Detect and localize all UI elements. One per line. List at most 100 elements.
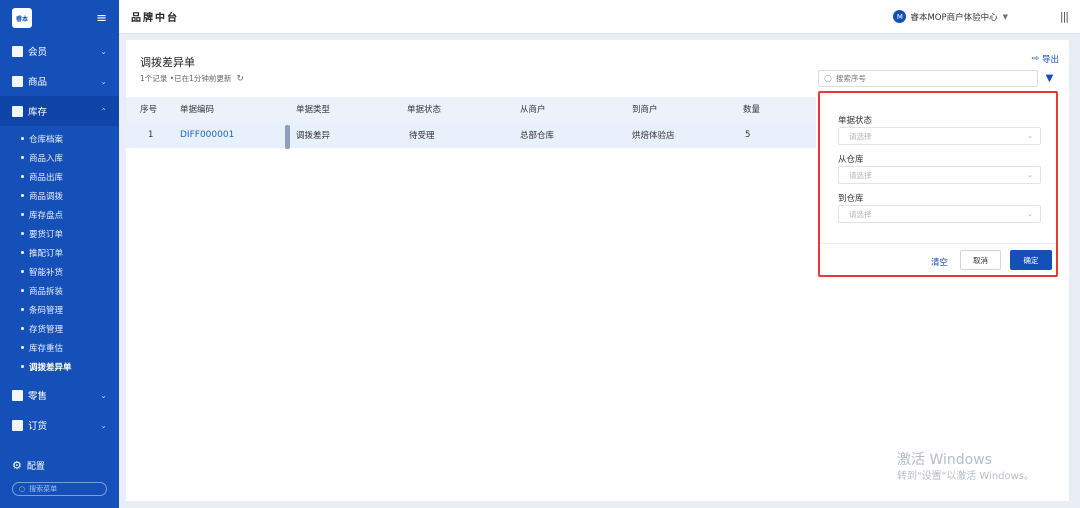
cell-quantity: 5 <box>745 129 751 140</box>
chevron-down-icon: ⌄ <box>100 390 107 400</box>
table-row[interactable]: 1 DIFF000001 调拨差异 待受理 总部仓库 烘焙体验店 5 <box>126 121 816 149</box>
order-icon <box>12 419 23 431</box>
cell-index: 1 <box>148 129 154 140</box>
dot-icon <box>21 194 24 197</box>
status-select[interactable]: 请选择 ⌄ <box>838 127 1041 145</box>
sub-item[interactable]: 商品调拨 <box>0 186 119 205</box>
merchant-name: 睿本MOP商户体验中心 <box>910 12 998 23</box>
column-header: 单据编码 <box>180 105 215 115</box>
filter-popup: 单据状态 请选择 ⌄ 从仓库 请选择 ⌄ 到仓库 请选择 ⌄ 清空 取消 确定 <box>818 91 1058 277</box>
sidebar-item-label: 订货 <box>28 421 48 432</box>
column-header: 到商户 <box>632 105 658 115</box>
sidebar-item-inventory[interactable]: 库存 ⌃ <box>0 96 119 126</box>
member-icon <box>12 45 23 57</box>
export-button[interactable]: ⇨ 导出 <box>1031 53 1059 65</box>
sub-item[interactable]: 智能补货 <box>0 262 119 281</box>
sub-item[interactable]: 库存盘点 <box>0 205 119 224</box>
sub-item-current[interactable]: 调拨差异单 <box>0 357 119 376</box>
cell-to: 烘焙体验店 <box>632 130 675 141</box>
activation-watermark: 激活 Windows <box>897 452 992 468</box>
chevron-up-icon: ⌃ <box>100 106 107 116</box>
caret-down-icon: ▼ <box>1002 12 1008 21</box>
to-warehouse-select[interactable]: 请选择 ⌄ <box>838 205 1041 223</box>
dot-icon <box>21 327 24 330</box>
sidebar-header: 睿本 ≡ <box>0 0 119 36</box>
dot-icon <box>21 308 24 311</box>
filter-label-status: 单据状态 <box>838 116 873 126</box>
sidebar-item-order[interactable]: 订货 ⌄ <box>0 410 119 440</box>
sidebar: 睿本 ≡ 会员 ⌄ 商品 ⌄ 库存 ⌃ 仓库档案 商品入库 商品出库 商品调拨 … <box>0 0 119 508</box>
filter-icon: ▼ <box>1045 73 1054 84</box>
column-header: 序号 <box>140 105 158 115</box>
sub-item[interactable]: 存货管理 <box>0 319 119 338</box>
export-icon: ⇨ <box>1031 54 1039 64</box>
dot-icon <box>21 175 24 178</box>
dot-icon <box>21 232 24 235</box>
chevron-down-icon: ⌄ <box>100 76 107 86</box>
divider <box>820 243 1056 244</box>
table-header: 序号 单据编码 单据类型 单据状态 从商户 到商户 数量 <box>126 97 816 121</box>
cell-code-link[interactable]: DIFF000001 <box>180 130 234 140</box>
filter-button[interactable]: ▼ <box>1040 70 1059 87</box>
clear-button[interactable]: 清空 <box>931 256 948 268</box>
retail-icon <box>12 389 23 401</box>
record-meta: 1个记录 •已在1分钟前更新 ↻ <box>140 73 244 84</box>
page-title: 调拨差异单 <box>140 56 195 69</box>
search-input[interactable] <box>835 74 1016 83</box>
merchant-switcher[interactable]: M 睿本MOP商户体验中心 ▼ <box>893 10 1008 23</box>
sidebar-item-label: 商品 <box>28 77 48 88</box>
from-warehouse-select[interactable]: 请选择 ⌄ <box>838 166 1041 184</box>
column-header: 单据类型 <box>296 105 331 115</box>
hamburger-icon[interactable]: ≡ <box>96 11 107 26</box>
sub-item[interactable]: 商品入库 <box>0 148 119 167</box>
goods-icon <box>12 75 23 87</box>
cell-status: 待受理 <box>409 130 435 141</box>
chevron-down-icon: ⌄ <box>1027 171 1033 179</box>
dot-icon <box>21 270 24 273</box>
search-input-wrap: ○ <box>818 70 1038 87</box>
sidebar-search-input[interactable]: ○ 搜索菜单 <box>12 482 107 496</box>
chevron-down-icon: ⌄ <box>100 420 107 430</box>
sidebar-item-label: 会员 <box>28 47 48 58</box>
sub-item[interactable]: 仓库档案 <box>0 129 119 148</box>
confirm-button[interactable]: 确定 <box>1010 250 1052 270</box>
cancel-button[interactable]: 取消 <box>960 250 1001 270</box>
dot-icon <box>21 289 24 292</box>
drag-handle[interactable] <box>285 125 290 149</box>
sub-item[interactable]: 推配订单 <box>0 243 119 262</box>
inventory-submenu: 仓库档案 商品入库 商品出库 商品调拨 库存盘点 要货订单 推配订单 智能补货 … <box>0 126 119 376</box>
column-header: 单据状态 <box>407 105 442 115</box>
sub-item[interactable]: 条码管理 <box>0 300 119 319</box>
refresh-icon[interactable]: ↻ <box>236 74 244 84</box>
search-icon: ○ <box>824 73 832 84</box>
filter-label-to: 到仓库 <box>838 194 864 204</box>
gear-icon: ⚙ <box>12 459 22 472</box>
sub-item[interactable]: 库存重估 <box>0 338 119 357</box>
search-icon: ○ <box>19 485 26 493</box>
sub-item[interactable]: 要货订单 <box>0 224 119 243</box>
chevron-down-icon: ⌄ <box>100 46 107 56</box>
sub-item[interactable]: 商品拆装 <box>0 281 119 300</box>
dot-icon <box>21 365 24 368</box>
column-header: 数量 <box>743 105 761 115</box>
filter-label-from: 从仓库 <box>838 155 864 165</box>
sidebar-item-retail[interactable]: 零售 ⌄ <box>0 380 119 410</box>
columns-icon[interactable]: ||| <box>1060 10 1069 23</box>
config-button[interactable]: ⚙ 配置 <box>12 459 45 472</box>
sidebar-item-label: 库存 <box>28 107 48 118</box>
sidebar-item-goods[interactable]: 商品 ⌄ <box>0 66 119 96</box>
sidebar-item-label: 零售 <box>28 391 48 402</box>
cell-type: 调拨差异 <box>296 130 331 141</box>
data-table: 序号 单据编码 单据类型 单据状态 从商户 到商户 数量 1 DIFF00000… <box>126 97 816 149</box>
inventory-icon <box>12 105 23 117</box>
dot-icon <box>21 213 24 216</box>
merchant-avatar: M <box>893 10 907 23</box>
dot-icon <box>21 251 24 254</box>
brand-title: 品牌中台 <box>131 13 179 24</box>
logo: 睿本 <box>12 8 32 28</box>
sidebar-item-member[interactable]: 会员 ⌄ <box>0 36 119 66</box>
sub-item[interactable]: 商品出库 <box>0 167 119 186</box>
activation-watermark-hint: 转到"设置"以激活 Windows。 <box>897 471 1035 482</box>
cell-from: 总部仓库 <box>520 130 555 141</box>
dot-icon <box>21 156 24 159</box>
